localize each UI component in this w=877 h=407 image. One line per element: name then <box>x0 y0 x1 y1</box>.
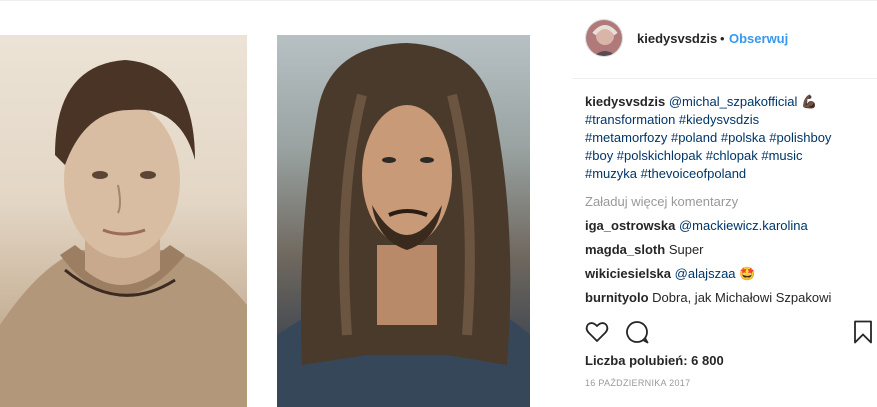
comment-username[interactable]: burnityolo <box>585 290 649 305</box>
comment-bubble-icon[interactable] <box>624 319 650 345</box>
follow-button[interactable]: Obserwuj <box>729 31 788 46</box>
comment-username[interactable]: iga_ostrowska <box>585 218 675 233</box>
post-actions <box>572 313 877 353</box>
bookmark-icon[interactable] <box>850 319 876 345</box>
comment-username[interactable]: magda_sloth <box>585 242 665 257</box>
caption-hashtags[interactable]: #metamorfozy #poland #polska #polishboy <box>585 130 831 145</box>
caption-hashtags[interactable]: #boy #polskichlopak #chlopak #music <box>585 148 803 163</box>
caption-mention[interactable]: @michal_szpakofficial <box>669 94 798 109</box>
header-username[interactable]: kiedysvsdzis <box>637 31 717 46</box>
post-caption: kiedysvsdzis @michal_szpakofficial 💪🏿 #t… <box>585 93 870 183</box>
comment-mention[interactable]: @alajszaa <box>675 266 736 281</box>
comment-item: burnityolo Dobra, jak Michałowi Szpakowi <box>585 289 870 307</box>
post-header: kiedysvsdzis • Obserwuj <box>572 1 877 79</box>
load-more-comments-button[interactable]: Załaduj więcej komentarzy <box>585 193 870 211</box>
comment-username[interactable]: wikiciesielska <box>585 266 671 281</box>
caption-emoji: 💪🏿 <box>801 94 818 109</box>
comment-item: wikiciesielska @alajszaa 🤩 <box>585 265 870 283</box>
after-photo <box>277 35 530 407</box>
post-side-panel: kiedysvsdzis • Obserwuj kiedysvsdzis @mi… <box>572 1 877 407</box>
post-date[interactable]: 16 PAŹDZIERNIKA 2017 <box>585 378 690 388</box>
comments-section: kiedysvsdzis @michal_szpakofficial 💪🏿 #t… <box>585 93 870 307</box>
comment-item: magda_sloth Super <box>585 241 870 259</box>
header-separator: • <box>720 31 725 46</box>
comment-item: iga_ostrowska @mackiewicz.karolina <box>585 217 870 235</box>
likes-count[interactable]: Liczba polubień: 6 800 <box>585 353 724 368</box>
comment-text: Dobra, jak Michałowi Szpakowi <box>652 290 832 305</box>
caption-hashtags[interactable]: #muzyka #thevoiceofpoland <box>585 166 746 181</box>
avatar[interactable] <box>585 19 623 57</box>
heart-icon[interactable] <box>584 319 610 345</box>
post-media[interactable] <box>0 1 572 407</box>
comment-text: Super <box>668 242 704 257</box>
caption-username[interactable]: kiedysvsdzis <box>585 94 665 109</box>
caption-hashtags[interactable]: #transformation #kiedysvsdzis <box>585 112 759 127</box>
comment-emoji: 🤩 <box>739 266 756 281</box>
instagram-post: kiedysvsdzis • Obserwuj kiedysvsdzis @mi… <box>0 0 877 407</box>
comment-mention[interactable]: @mackiewicz.karolina <box>679 218 808 233</box>
before-photo <box>0 35 247 407</box>
